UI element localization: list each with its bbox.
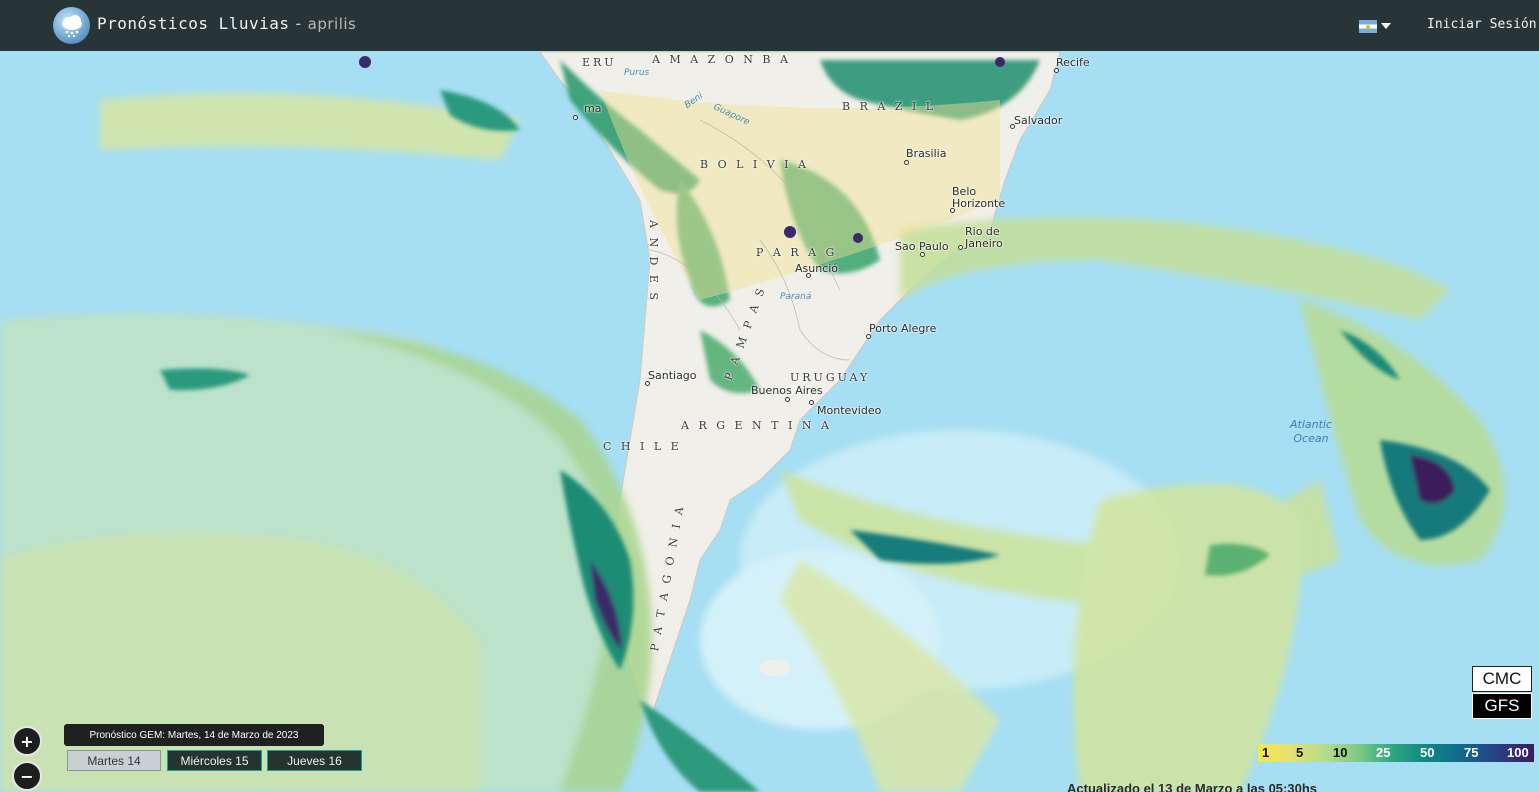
label-city-buenos-aires: Buenos Aires	[751, 384, 823, 397]
updated-timestamp: Actualizado el 13 de Marzo a las 05:30hs	[1067, 781, 1317, 792]
label-city-recife: Recife	[1056, 56, 1090, 69]
forecast-title: Pronóstico GEM: Martes, 14 de Marzo de 2…	[64, 724, 324, 746]
legend-tick-25: 25	[1376, 745, 1391, 760]
label-city-montevideo: Montevideo	[817, 404, 882, 417]
legend-tick-5: 5	[1296, 745, 1304, 760]
legend-tick-100: 100	[1507, 745, 1529, 760]
precipitation-legend: 1 5 10 25 50 75 100	[1258, 744, 1534, 762]
chevron-down-icon	[1381, 23, 1391, 29]
brand-name: aprilis	[307, 15, 357, 33]
label-andes: A N D E S	[647, 220, 660, 303]
label-city-brasilia: Brasilia	[906, 147, 947, 160]
city-dot	[573, 115, 578, 120]
label-paraguay: P A R A G	[756, 246, 838, 259]
label-city-sao-paulo: Sao Paulo	[895, 240, 949, 253]
city-dot	[785, 397, 790, 402]
top-navbar: Pronósticos Lluvias - aprilis Iniciar Sesi…	[0, 0, 1539, 51]
label-peru: ERU	[582, 56, 617, 69]
rain-cloud-logo-icon[interactable]	[53, 7, 90, 44]
zoom-out-button[interactable]: −	[12, 761, 42, 791]
label-city-asuncion: Asunció	[795, 262, 839, 275]
zoom-in-button[interactable]: +	[12, 726, 42, 756]
model-cmc-button[interactable]: CMC	[1472, 666, 1532, 692]
login-link[interactable]: Iniciar Sesión	[1427, 17, 1537, 32]
label-bolivia: B O L I V I A	[700, 158, 809, 171]
city-dot	[958, 245, 963, 250]
label-parana-river: Paraná	[780, 292, 812, 302]
language-selector[interactable]	[1359, 18, 1393, 34]
title-separator: -	[293, 14, 304, 33]
label-amazon-basin: A M A Z O N B A	[652, 53, 791, 66]
label-city-rio-de-janeiro: Rio de Janeiro	[965, 225, 1003, 250]
label-city-porto-alegre: Porto Alegre	[869, 322, 937, 335]
label-uruguay: URUGUAY	[790, 371, 871, 384]
label-atlantic-ocean: Atlantic Ocean	[1290, 418, 1333, 445]
day-tab-jueves[interactable]: Jueves 16	[267, 750, 362, 771]
day-tab-martes[interactable]: Martes 14	[67, 750, 161, 771]
label-city-lima: ma	[584, 102, 602, 115]
label-city-santiago: Santiago	[648, 369, 697, 382]
model-gfs-button[interactable]: GFS	[1472, 693, 1532, 719]
city-dot	[904, 160, 909, 165]
label-brazil: B R A Z I L	[842, 100, 937, 113]
argentina-flag-icon	[1359, 19, 1377, 33]
legend-tick-50: 50	[1420, 745, 1435, 760]
label-purus-river: Purus	[624, 68, 650, 78]
city-dot	[809, 400, 814, 405]
label-chile: C H I L E	[603, 440, 682, 453]
label-city-salvador: Salvador	[1014, 114, 1063, 127]
legend-tick-10: 10	[1333, 745, 1348, 760]
legend-tick-75: 75	[1464, 745, 1479, 760]
label-city-belo-horizonte: Belo Horizonte	[952, 185, 1006, 210]
legend-tick-1: 1	[1262, 745, 1270, 760]
app-title[interactable]: Pronósticos Lluvias - aprilis	[97, 14, 356, 33]
label-argentina: A R G E N T I N A	[681, 419, 832, 432]
day-tab-miercoles[interactable]: Miércoles 15	[167, 750, 262, 771]
app-title-text: Pronósticos Lluvias	[97, 14, 290, 33]
